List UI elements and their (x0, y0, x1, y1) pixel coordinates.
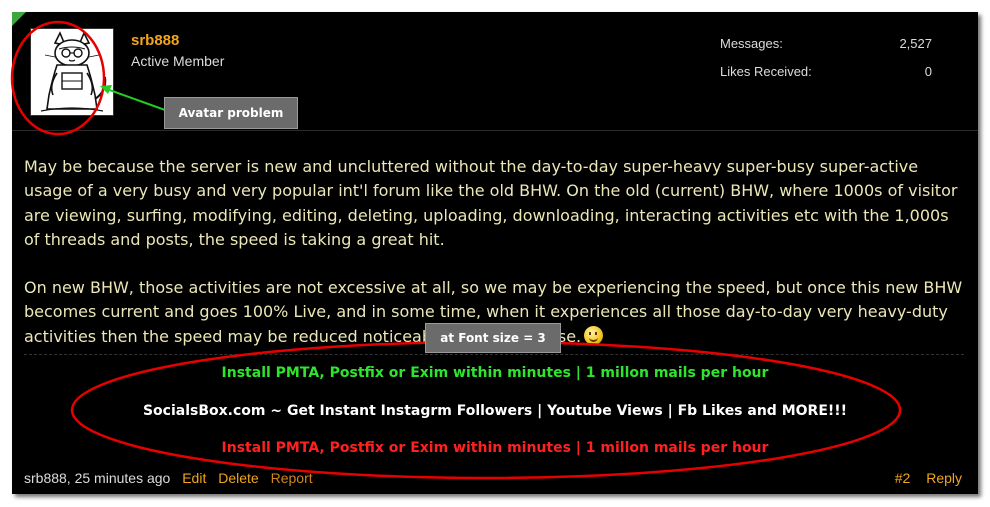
font-size-callout: at Font size = 3 (425, 323, 561, 353)
signature-highlight-ellipse (70, 340, 902, 480)
annotation-arrow-line (103, 87, 166, 111)
avatar-problem-callout: Avatar problem (164, 97, 298, 129)
avatar-highlight-ellipse (10, 20, 106, 136)
annotation-overlay (10, 20, 902, 480)
